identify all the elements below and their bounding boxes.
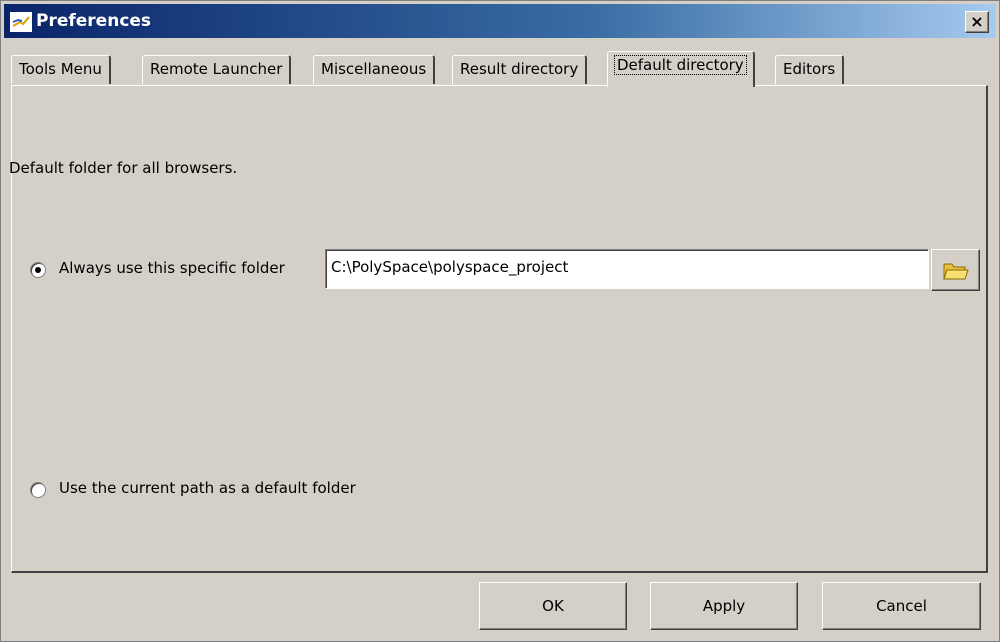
app-icon xyxy=(10,12,32,32)
title-bar[interactable]: Preferences × xyxy=(4,4,996,38)
close-icon: × xyxy=(970,12,984,31)
browse-folder-button[interactable] xyxy=(931,249,980,291)
current-path-label[interactable]: Use the current path as a default folder xyxy=(59,479,356,497)
window-title: Preferences xyxy=(36,11,152,31)
preferences-dialog: Preferences × Tools Menu Remote Launcher… xyxy=(0,0,1000,642)
tab-editors[interactable]: Editors xyxy=(775,55,845,84)
specific-folder-label[interactable]: Always use this specific folder xyxy=(59,259,285,277)
tab-default-directory[interactable]: Default directory xyxy=(607,51,755,87)
panel-description: Default folder for all browsers. xyxy=(9,159,238,177)
tab-miscellaneous[interactable]: Miscellaneous xyxy=(313,55,436,84)
radio-selected-dot xyxy=(35,267,41,273)
current-path-radio[interactable] xyxy=(30,482,46,498)
close-button[interactable]: × xyxy=(965,11,989,33)
cancel-button[interactable]: Cancel xyxy=(822,582,981,630)
folder-icon xyxy=(943,263,969,280)
folder-path-input[interactable]: C:\PolySpace\polyspace_project xyxy=(325,249,929,289)
specific-folder-radio[interactable] xyxy=(30,262,46,278)
ok-button[interactable]: OK xyxy=(479,582,627,630)
tab-remote-launcher[interactable]: Remote Launcher xyxy=(142,55,292,84)
apply-button[interactable]: Apply xyxy=(650,582,798,630)
tab-tools-menu[interactable]: Tools Menu xyxy=(11,55,111,84)
tab-result-directory[interactable]: Result directory xyxy=(452,55,588,84)
